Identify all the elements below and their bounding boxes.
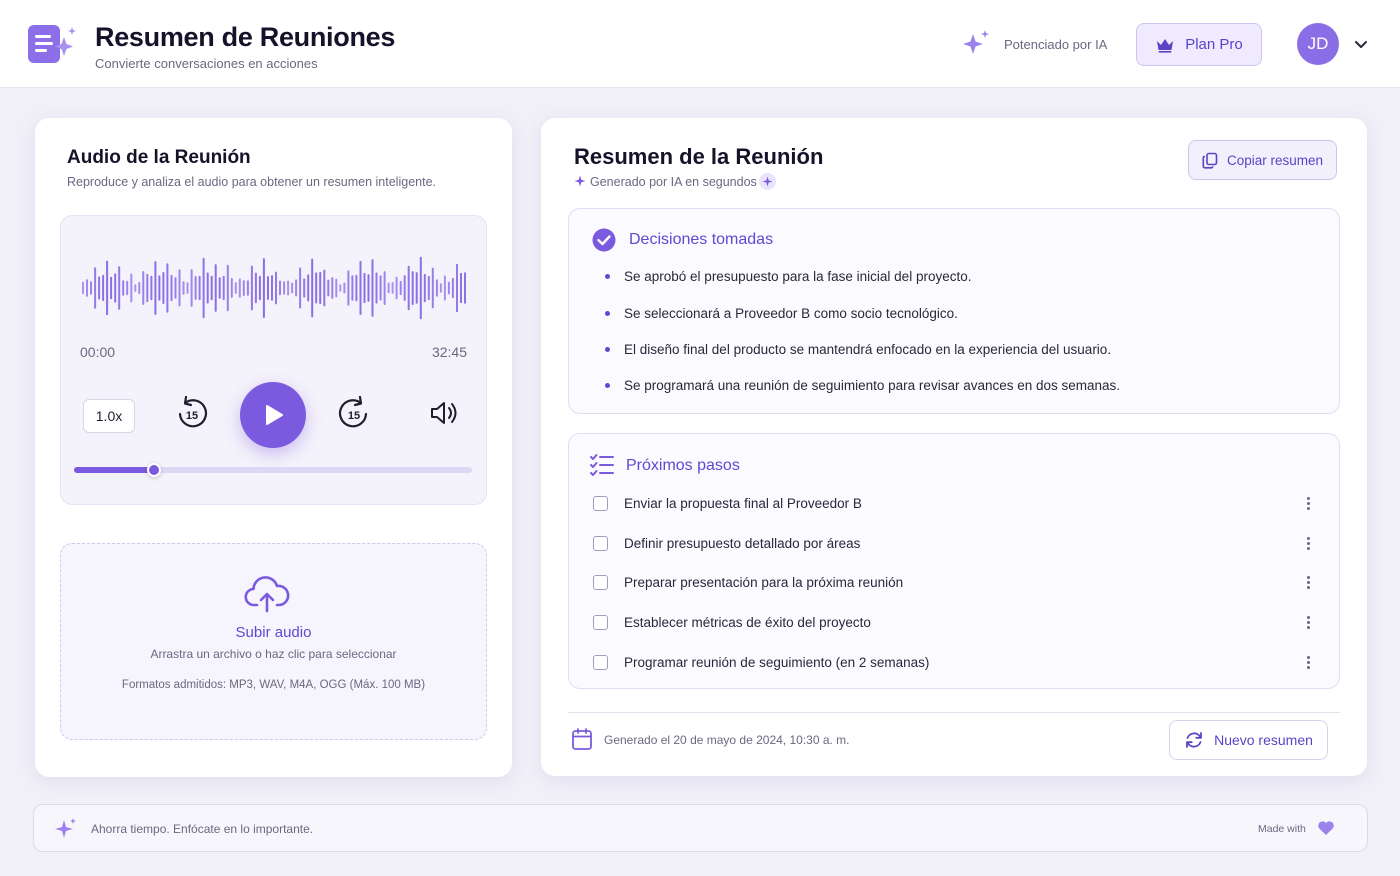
time-current: 00:00 [80, 344, 116, 360]
sparkle-badge-icon [759, 173, 776, 190]
next-steps-title: Próximos pasos [626, 457, 740, 474]
kebab-icon[interactable] [1301, 613, 1315, 631]
decisions-title: Decisiones tomadas [629, 231, 774, 248]
refresh-icon [1186, 732, 1202, 748]
summary-card: Resumen de la Reunión Generado por IA en… [541, 118, 1367, 776]
upload-dropzone[interactable]: Subir audio Arrastra un archivo o haz cl… [60, 543, 487, 740]
checklist-icon [590, 454, 614, 476]
progress-slider[interactable] [74, 463, 472, 477]
footer-bar: Ahorra tiempo. Enfócate en lo importante… [33, 804, 1368, 852]
app-title: Resumen de Reuniones [95, 22, 396, 52]
made-with-label: Made with [1258, 823, 1306, 835]
crown-icon [1157, 38, 1174, 53]
step-checkbox[interactable] [593, 574, 608, 590]
decision-text: Se programará una reunión de seguimiento… [624, 378, 1121, 393]
forward-15-label: 15 [348, 410, 360, 422]
upload-hint: Arrastra un archivo o haz clic para sele… [150, 647, 397, 661]
copy-icon [1202, 152, 1218, 169]
heart-icon [1318, 821, 1334, 835]
plan-pro-button[interactable]: Plan Pro [1136, 23, 1262, 66]
step-item: Enviar la propuesta final al Proveedor B [593, 492, 1315, 514]
upload-formats: Formatos admitidos: MP3, WAV, M4A, OGG (… [121, 679, 426, 691]
kebab-icon[interactable] [1301, 573, 1315, 591]
time-total: 32:45 [431, 344, 467, 360]
sparkle-icon [574, 175, 586, 187]
decision-text: Se aprobó el presupuesto para la fase in… [624, 269, 972, 284]
generated-date: Generado el 20 de mayo de 2024, 10:30 a.… [604, 733, 850, 747]
app-header: Resumen de Reuniones Convierte conversac… [0, 0, 1400, 88]
decision-text: Se seleccionará a Proveedor B como socio… [624, 306, 958, 321]
calendar-icon [572, 728, 592, 750]
footer-tagline: Ahorra tiempo. Enfócate en lo importante… [91, 822, 314, 836]
progress-fill [74, 467, 154, 473]
waveform-icon[interactable] [79, 248, 469, 328]
step-text: Enviar la propuesta final al Proveedor B [624, 495, 862, 511]
step-checkbox[interactable] [593, 654, 608, 670]
decisions-section: Decisiones tomadas Se aprobó el presupue… [568, 208, 1340, 414]
step-checkbox[interactable] [593, 495, 608, 511]
kebab-icon[interactable] [1301, 534, 1315, 552]
audio-player: 00:00 32:45 1.0x 15 15 [60, 215, 487, 505]
step-text: Preparar presentación para la próxima re… [624, 574, 904, 590]
audio-card-title: Audio de la Reunión [67, 147, 251, 168]
play-button[interactable] [240, 382, 306, 448]
volume-icon[interactable] [427, 394, 461, 432]
next-steps-section: Próximos pasos Enviar la propuesta final… [568, 433, 1340, 689]
step-text: Definir presupuesto detallado por áreas [624, 535, 861, 551]
step-text: Programar reunión de seguimiento (en 2 s… [624, 654, 930, 670]
step-item: Programar reunión de seguimiento (en 2 s… [593, 651, 1315, 673]
summary-title: Resumen de la Reunión [574, 144, 824, 169]
step-checkbox[interactable] [593, 614, 608, 630]
upload-title: Subir audio [235, 624, 312, 641]
step-item: Preparar presentación para la próxima re… [593, 571, 1315, 593]
copy-summary-button[interactable]: Copiar resumen [1188, 140, 1337, 180]
playback-speed-button[interactable]: 1.0x [83, 399, 135, 433]
summary-generated-by: Generado por IA en segundos [590, 175, 757, 189]
step-checkbox[interactable] [593, 535, 608, 551]
cloud-upload-icon [244, 576, 290, 613]
decision-item: Se seleccionará a Proveedor B como socio… [605, 306, 958, 321]
rewind-15-label: 15 [186, 410, 198, 422]
audio-card-subtitle: Reproduce y analiza el audio para obtene… [67, 175, 436, 189]
forward-15-icon[interactable]: 15 [336, 394, 372, 432]
decision-item: El diseño final del producto se mantendr… [605, 342, 1111, 357]
decision-text: El diseño final del producto se mantendr… [624, 342, 1112, 357]
kebab-icon[interactable] [1301, 494, 1315, 512]
new-summary-label: Nuevo resumen [1214, 732, 1313, 748]
summary-divider [568, 712, 1340, 713]
play-icon [266, 405, 283, 425]
check-circle-icon [592, 228, 616, 252]
audio-card: Audio de la Reunión Reproduce y analiza … [35, 118, 512, 777]
progress-thumb[interactable] [146, 463, 161, 477]
sparkle-icon [55, 818, 76, 838]
step-item: Establecer métricas de éxito del proyect… [593, 611, 1315, 633]
plan-pro-label: Plan Pro [1185, 36, 1243, 53]
rewind-15-icon[interactable]: 15 [174, 394, 210, 432]
app-subtitle: Convierte conversaciones en acciones [95, 56, 318, 71]
decision-item: Se aprobó el presupuesto para la fase in… [605, 269, 971, 284]
document-sparkle-icon [28, 25, 76, 63]
user-avatar[interactable]: JD [1297, 23, 1339, 65]
new-summary-button[interactable]: Nuevo resumen [1169, 720, 1328, 760]
step-item: Definir presupuesto detallado por áreas [593, 532, 1315, 554]
chevron-down-icon[interactable] [1353, 36, 1369, 52]
step-text: Establecer métricas de éxito del proyect… [624, 614, 871, 630]
sparkle-icon [963, 30, 989, 54]
kebab-icon[interactable] [1301, 653, 1315, 671]
ai-powered-label: Potenciado por IA [1004, 37, 1108, 52]
decision-item: Se programará una reunión de seguimiento… [605, 378, 1120, 393]
copy-summary-label: Copiar resumen [1226, 152, 1324, 168]
